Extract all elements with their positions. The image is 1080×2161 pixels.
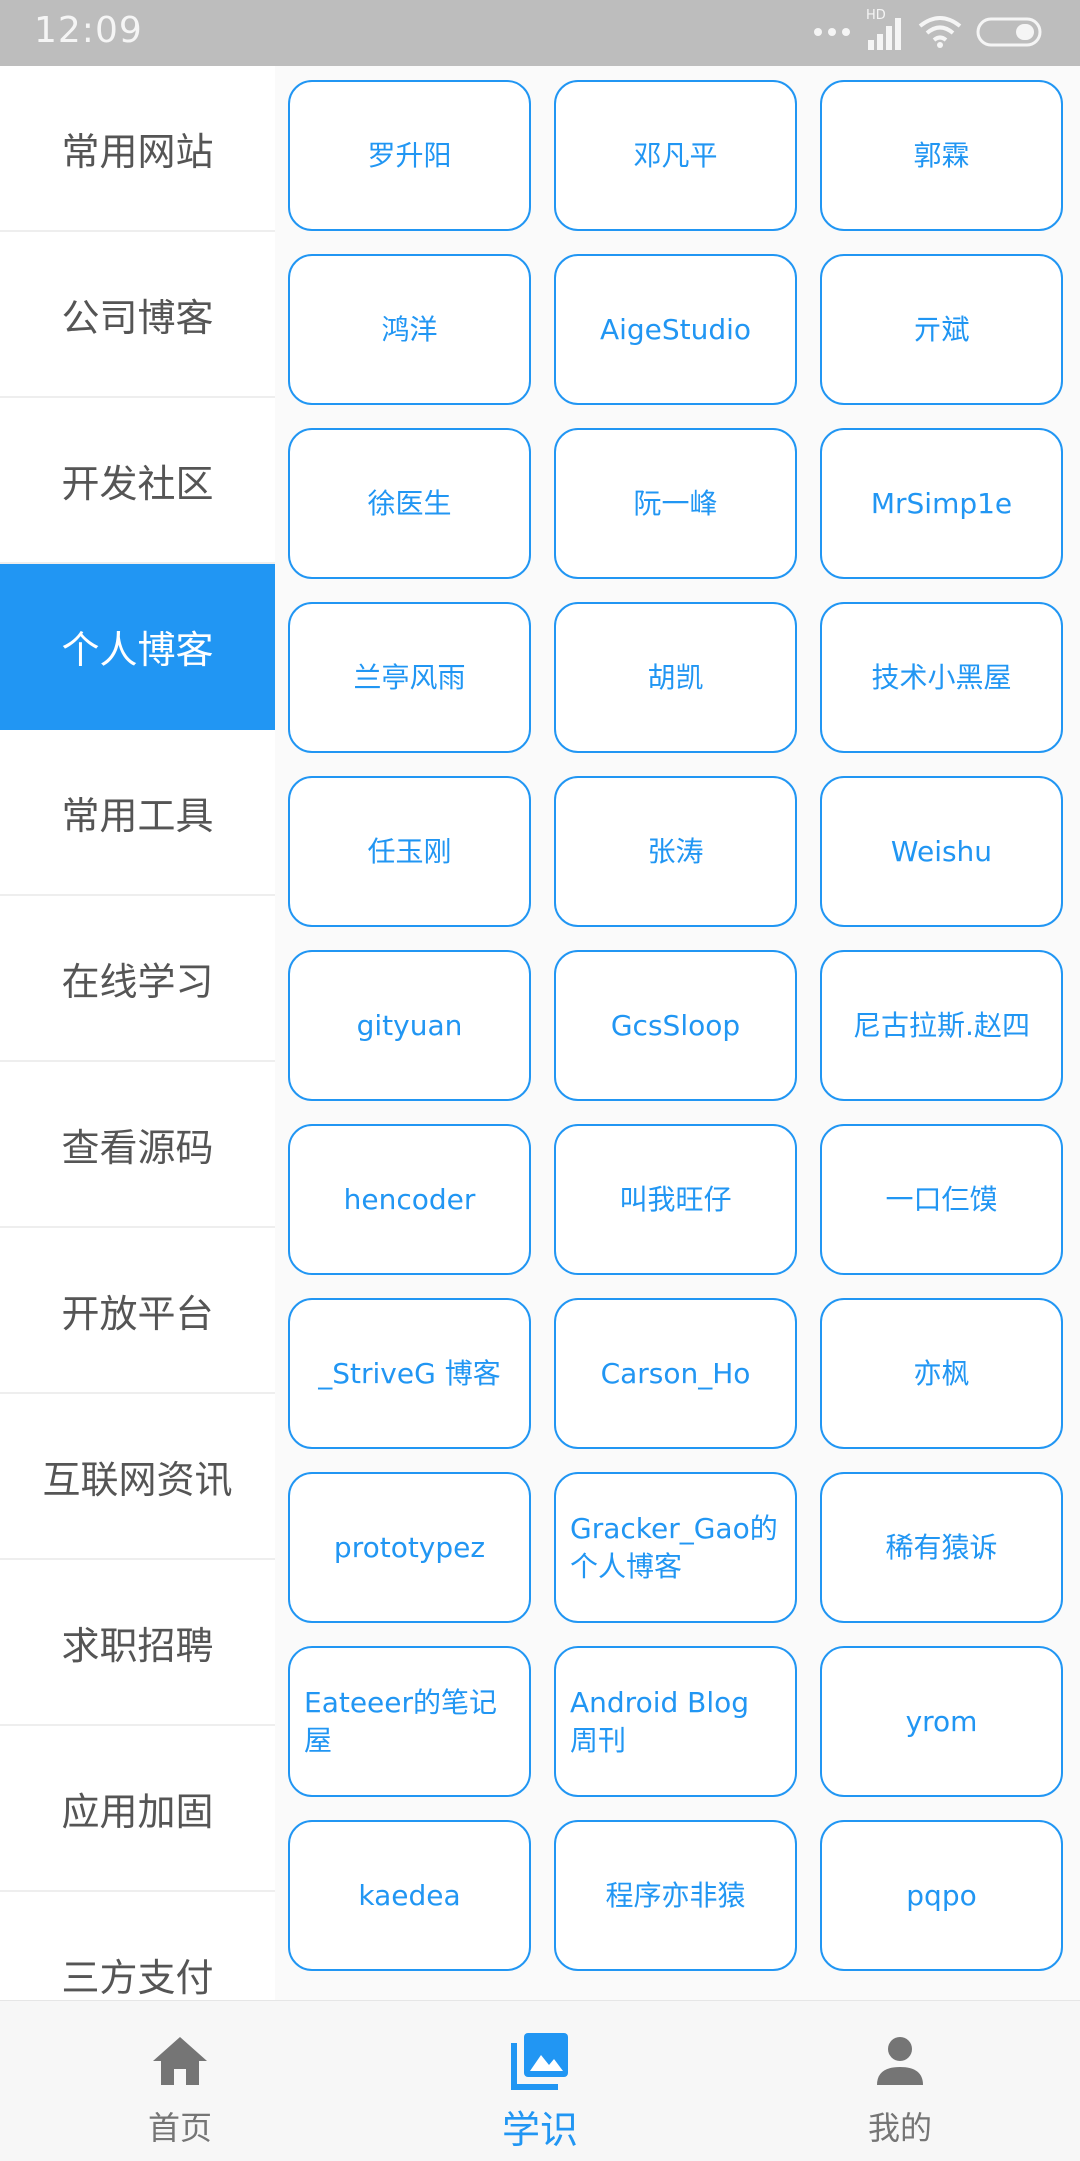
- home-icon: [153, 2037, 207, 2085]
- blog-card[interactable]: 邓凡平: [554, 80, 797, 231]
- blog-card[interactable]: Weishu: [820, 776, 1063, 927]
- blog-card[interactable]: 程序亦非猿: [554, 1820, 797, 1971]
- blog-card[interactable]: 阮一峰: [554, 428, 797, 579]
- blog-card[interactable]: 张涛: [554, 776, 797, 927]
- blog-card[interactable]: kaedea: [288, 1820, 531, 1971]
- status-time: 12:09: [34, 10, 143, 51]
- cell-signal-icon: HD: [866, 8, 904, 52]
- blog-card[interactable]: 亦枫: [820, 1298, 1063, 1449]
- sidebar-item-open-platform[interactable]: 开放平台: [0, 1228, 275, 1394]
- sidebar-item-common-tools[interactable]: 常用工具: [0, 730, 275, 896]
- blog-card[interactable]: 胡凯: [554, 602, 797, 753]
- blog-card[interactable]: 尼古拉斯.赵四: [820, 950, 1063, 1101]
- blog-card[interactable]: 亓斌: [820, 254, 1063, 405]
- sidebar-item-dev-community[interactable]: 开发社区: [0, 398, 275, 564]
- blog-card[interactable]: 一口仨馍: [820, 1124, 1063, 1275]
- sidebar-item-app-hardening[interactable]: 应用加固: [0, 1726, 275, 1892]
- blog-card[interactable]: 任玉刚: [288, 776, 531, 927]
- blog-card[interactable]: 郭霖: [820, 80, 1063, 231]
- blog-card[interactable]: 鸿洋: [288, 254, 531, 405]
- blog-card[interactable]: MrSimp1e: [820, 428, 1063, 579]
- sidebar-item-personal-blogs[interactable]: 个人博客: [0, 564, 275, 730]
- bottom-navigation: 首页 学识 我的: [0, 2000, 1080, 2161]
- sidebar-item-view-source[interactable]: 查看源码: [0, 1062, 275, 1228]
- nav-home[interactable]: 首页: [60, 2001, 300, 2161]
- sidebar-item-online-learning[interactable]: 在线学习: [0, 896, 275, 1062]
- nav-profile[interactable]: 我的: [780, 2001, 1020, 2161]
- nav-home-label: 首页: [147, 2109, 212, 2147]
- person-icon: [877, 2037, 923, 2085]
- sidebar-item-company-blogs[interactable]: 公司博客: [0, 232, 275, 398]
- battery-icon: [976, 17, 1042, 47]
- blog-card[interactable]: 兰亭风雨: [288, 602, 531, 753]
- blog-card[interactable]: yrom: [820, 1646, 1063, 1797]
- blog-card[interactable]: _StriveG 博客: [288, 1298, 531, 1449]
- wifi-icon: [918, 16, 962, 48]
- sidebar-item-common-sites[interactable]: 常用网站: [0, 66, 275, 232]
- blog-card[interactable]: Eateeer的笔记屋: [288, 1646, 531, 1797]
- blog-card[interactable]: AigeStudio: [554, 254, 797, 405]
- blog-card[interactable]: Android Blog 周刊: [554, 1646, 797, 1797]
- nav-knowledge[interactable]: 学识: [420, 2001, 660, 2161]
- blog-card[interactable]: Gracker_Gao的个人博客: [554, 1472, 797, 1623]
- blog-card[interactable]: hencoder: [288, 1124, 531, 1275]
- blog-grid: 罗升阳 邓凡平 郭霖 鸿洋 AigeStudio 亓斌 徐医生 阮一峰 MrSi…: [288, 80, 1068, 1971]
- blog-card[interactable]: GcsSloop: [554, 950, 797, 1101]
- blog-card[interactable]: gityuan: [288, 950, 531, 1101]
- status-icons: HD: [812, 8, 1046, 52]
- blog-card[interactable]: Carson_Ho: [554, 1298, 797, 1449]
- nav-profile-label: 我的: [867, 2109, 932, 2147]
- nav-knowledge-label: 学识: [501, 2108, 578, 2152]
- blog-card[interactable]: 叫我旺仔: [554, 1124, 797, 1275]
- more-dots-icon: [814, 28, 850, 36]
- status-bar: 12:09 HD: [0, 0, 1080, 66]
- blog-card[interactable]: 技术小黑屋: [820, 602, 1063, 753]
- blog-card[interactable]: 徐医生: [288, 428, 531, 579]
- blog-card[interactable]: pqpo: [820, 1820, 1063, 1971]
- sidebar-item-third-party-payment[interactable]: 三方支付: [0, 1892, 275, 2000]
- category-sidebar: 常用网站 公司博客 开发社区 个人博客 常用工具 在线学习 查看源码 开放平台 …: [0, 66, 275, 2000]
- photo-library-icon: [511, 2033, 568, 2090]
- sidebar-item-jobs[interactable]: 求职招聘: [0, 1560, 275, 1726]
- blog-card[interactable]: prototypez: [288, 1472, 531, 1623]
- blog-card[interactable]: 罗升阳: [288, 80, 531, 231]
- blog-card[interactable]: 稀有猿诉: [820, 1472, 1063, 1623]
- sidebar-item-internet-news[interactable]: 互联网资讯: [0, 1394, 275, 1560]
